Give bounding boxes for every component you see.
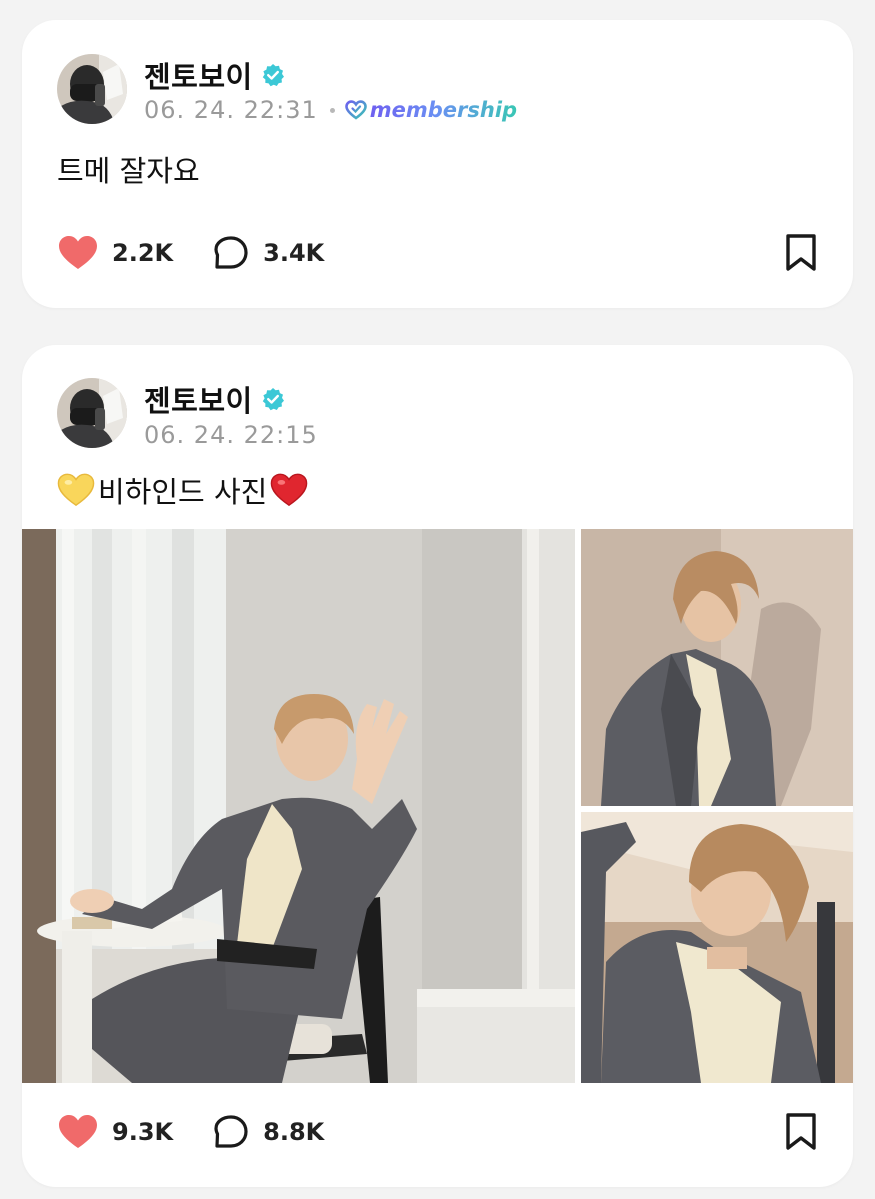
speech-bubble-icon[interactable] — [213, 1114, 249, 1150]
membership-label: membership — [369, 98, 518, 122]
post-actions: 2.2K 3.4K — [58, 233, 817, 273]
photo-grid — [22, 529, 853, 1083]
photo-large[interactable] — [22, 529, 575, 1083]
post-body: 💛 비하인드 사진 ❤️ — [57, 469, 308, 511]
author-name[interactable]: 젠토보이 — [144, 54, 253, 96]
comment-count: 3.4K — [263, 239, 325, 267]
post-card[interactable]: 젠토보이 06. 24. 22:15 💛 비하인드 사진 ❤️ — [22, 345, 853, 1187]
post-body: 트메 잘자요 — [57, 148, 200, 190]
separator-dot — [329, 107, 335, 113]
post-text: 트메 잘자요 — [57, 154, 200, 188]
like-count: 2.2K — [112, 239, 174, 267]
verified-badge-icon — [262, 388, 284, 411]
heart-icon[interactable] — [58, 1114, 98, 1150]
like-button[interactable]: 2.2K — [58, 235, 173, 271]
verified-badge-icon — [262, 64, 284, 87]
photo-top-right[interactable] — [581, 529, 853, 806]
author-name[interactable]: 젠토보이 — [144, 378, 253, 420]
like-button[interactable]: 9.3K — [58, 1114, 173, 1150]
speech-bubble-icon[interactable] — [213, 235, 249, 271]
post-actions: 9.3K 8.8K — [58, 1112, 817, 1152]
comment-count: 8.8K — [263, 1118, 325, 1146]
heart-icon[interactable] — [58, 235, 98, 271]
post-timestamp: 06. 24. 22:15 — [144, 421, 318, 449]
yellow-heart-icon — [57, 473, 95, 507]
post-text: 비하인드 사진 — [98, 475, 268, 509]
like-count: 9.3K — [112, 1118, 174, 1146]
bookmark-icon[interactable] — [785, 234, 817, 272]
photo-bottom-right[interactable] — [581, 812, 853, 1083]
bookmark-icon[interactable] — [785, 1113, 817, 1151]
post-card[interactable]: 젠토보이 06. 24. 22:31 membership 트메 잘자요 2.2… — [22, 20, 853, 308]
comment-button[interactable]: 8.8K — [213, 1114, 324, 1150]
comment-button[interactable]: 3.4K — [213, 235, 324, 271]
post-timestamp: 06. 24. 22:31 — [144, 96, 318, 124]
author-avatar[interactable] — [57, 54, 127, 124]
membership-badge: membership — [344, 98, 518, 122]
membership-heart-icon — [344, 100, 367, 120]
red-heart-icon — [271, 473, 308, 507]
author-avatar[interactable] — [57, 378, 127, 448]
